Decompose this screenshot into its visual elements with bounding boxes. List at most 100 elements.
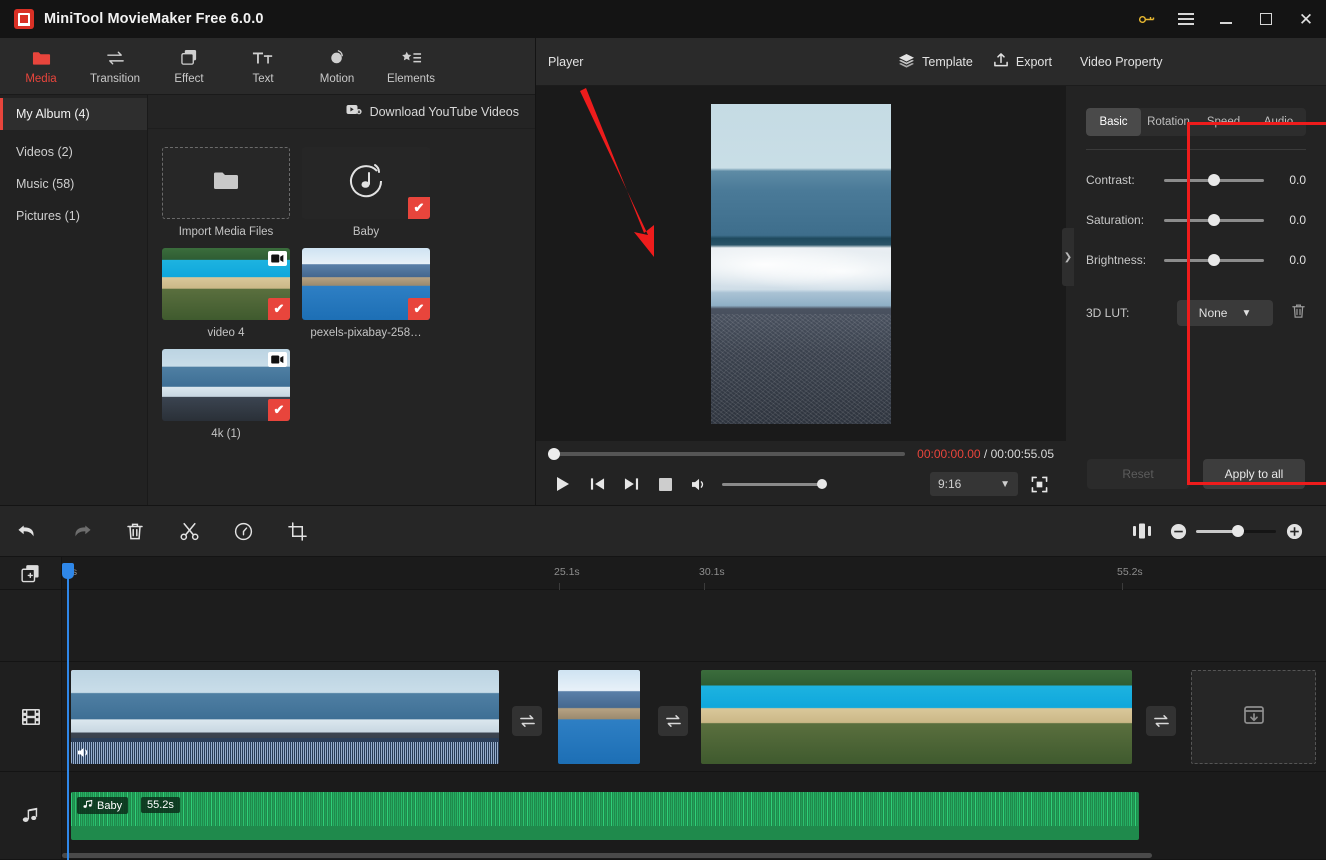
effect-icon: [180, 48, 199, 68]
volume-icon[interactable]: [76, 744, 92, 760]
media-thumbnail-baby[interactable]: ✔: [302, 147, 430, 219]
timeline-scrollbar[interactable]: [62, 853, 1326, 858]
audio-clip[interactable]: Baby 55.2s: [71, 792, 1139, 840]
undo-icon[interactable]: [0, 505, 54, 557]
timeline-ruler[interactable]: 0s 25.1s 30.1s 55.2s: [62, 557, 1326, 590]
player-stage[interactable]: [536, 86, 1066, 441]
previous-frame-icon[interactable]: [580, 469, 614, 499]
player-header-actions: Template Export: [898, 52, 1052, 71]
timeline-lane-audio[interactable]: Baby 55.2s: [62, 772, 1326, 860]
youtube-download-icon: [346, 104, 362, 119]
transition-icon[interactable]: [512, 706, 542, 736]
tab-rotation[interactable]: Rotation: [1141, 108, 1196, 136]
table-row[interactable]: [71, 670, 499, 764]
music-note-icon[interactable]: [0, 772, 61, 860]
minimize-icon[interactable]: [1206, 0, 1246, 38]
media-item-import-label: Import Media Files: [178, 226, 274, 238]
sidebar-item-videos[interactable]: Videos (2): [0, 136, 147, 168]
media-item-video4: ✔ video 4: [162, 248, 290, 339]
timeline-lane-video[interactable]: [62, 662, 1326, 772]
aspect-ratio-select[interactable]: 9:16 ▼: [930, 472, 1018, 496]
contrast-slider[interactable]: [1164, 174, 1264, 186]
tab-text[interactable]: Text: [226, 38, 300, 95]
trash-icon[interactable]: [1291, 303, 1306, 324]
property-panel-title: Video Property: [1066, 38, 1326, 86]
scissors-icon[interactable]: [162, 505, 216, 557]
stop-icon[interactable]: [648, 469, 682, 499]
speed-gauge-icon[interactable]: [216, 505, 270, 557]
zoom-in-icon[interactable]: [1276, 505, 1312, 557]
next-frame-icon[interactable]: [614, 469, 648, 499]
zoom-slider-handle[interactable]: [1232, 525, 1244, 537]
clip-frame: [875, 670, 962, 764]
reset-button[interactable]: Reset: [1087, 459, 1189, 489]
tab-motion[interactable]: Motion: [300, 38, 374, 95]
tab-media[interactable]: Media: [4, 38, 78, 95]
template-button[interactable]: Template: [898, 53, 973, 71]
sidebar-item-music[interactable]: Music (58): [0, 168, 147, 200]
contrast-handle[interactable]: [1208, 174, 1220, 186]
add-track-icon[interactable]: [0, 557, 61, 590]
volume-handle[interactable]: [817, 479, 827, 489]
zoom-out-icon[interactable]: [1160, 505, 1196, 557]
media-thumbnail-pexels[interactable]: ✔: [302, 248, 430, 320]
maximize-icon[interactable]: [1246, 0, 1286, 38]
zoom-slider[interactable]: [1196, 525, 1276, 537]
media-checkbox-pexels[interactable]: ✔: [408, 298, 430, 320]
apply-to-all-button[interactable]: Apply to all: [1203, 459, 1305, 489]
media-thumbnail-video4[interactable]: ✔: [162, 248, 290, 320]
preview-foam-detail: [711, 246, 891, 291]
seek-slider[interactable]: [548, 448, 906, 460]
volume-slider[interactable]: [722, 479, 827, 489]
lut-select[interactable]: None ▼: [1177, 300, 1273, 326]
film-icon[interactable]: [0, 662, 61, 772]
saturation-slider[interactable]: [1164, 214, 1264, 226]
tab-elements[interactable]: Elements: [374, 38, 448, 95]
import-media-button[interactable]: [162, 147, 290, 219]
export-button[interactable]: Export: [993, 52, 1052, 71]
playhead-handle[interactable]: [62, 563, 74, 579]
album-sidebar: My Album (4) Videos (2) Music (58) Pictu…: [0, 95, 148, 505]
panel-collapse-toggle[interactable]: ❯: [1062, 228, 1074, 286]
fullscreen-icon[interactable]: [1022, 469, 1056, 499]
tab-speed[interactable]: Speed: [1196, 108, 1251, 136]
transition-icon[interactable]: [658, 706, 688, 736]
playhead[interactable]: [62, 563, 74, 860]
video-preview[interactable]: [711, 103, 891, 424]
media-thumbnail-4k[interactable]: ✔: [162, 349, 290, 421]
split-view-icon[interactable]: [1124, 505, 1160, 557]
brightness-handle[interactable]: [1208, 254, 1220, 266]
table-row[interactable]: [701, 670, 1132, 764]
play-icon[interactable]: [546, 469, 580, 499]
media-checkbox-video4[interactable]: ✔: [268, 298, 290, 320]
timeline-lane-top[interactable]: [62, 590, 1326, 662]
sidebar-item-pictures[interactable]: Pictures (1): [0, 200, 147, 232]
brightness-label: Brightness:: [1086, 253, 1147, 267]
key-icon[interactable]: [1126, 0, 1166, 38]
brightness-slider[interactable]: [1164, 254, 1264, 266]
chevron-down-icon: ▼: [1000, 478, 1010, 490]
download-youtube-button[interactable]: Download YouTube Videos: [346, 104, 519, 119]
media-checkbox-baby[interactable]: ✔: [408, 197, 430, 219]
seek-handle[interactable]: [548, 448, 560, 460]
transition-icon[interactable]: [1146, 706, 1176, 736]
music-note-circle-icon: [344, 159, 388, 208]
tab-audio[interactable]: Audio: [1251, 108, 1306, 136]
tab-effect[interactable]: Effect: [152, 38, 226, 95]
crop-icon[interactable]: [270, 505, 324, 557]
volume-icon[interactable]: [682, 469, 716, 499]
tab-transition[interactable]: Transition: [78, 38, 152, 95]
saturation-handle[interactable]: [1208, 214, 1220, 226]
table-row[interactable]: [558, 670, 640, 764]
transition-icon: [106, 48, 125, 68]
clip-frames-pexels: [558, 670, 640, 764]
timeline-scrollbar-thumb[interactable]: [62, 853, 1152, 858]
sidebar-item-my-album[interactable]: My Album (4): [0, 98, 147, 130]
add-media-dropzone[interactable]: [1191, 670, 1316, 764]
media-checkbox-4k[interactable]: ✔: [268, 399, 290, 421]
ruler-tick-2: 30.1s: [699, 566, 725, 578]
close-icon[interactable]: ✕: [1286, 0, 1326, 38]
hamburger-menu-icon[interactable]: [1166, 0, 1206, 38]
tab-basic[interactable]: Basic: [1086, 108, 1141, 136]
trash-icon[interactable]: [108, 505, 162, 557]
